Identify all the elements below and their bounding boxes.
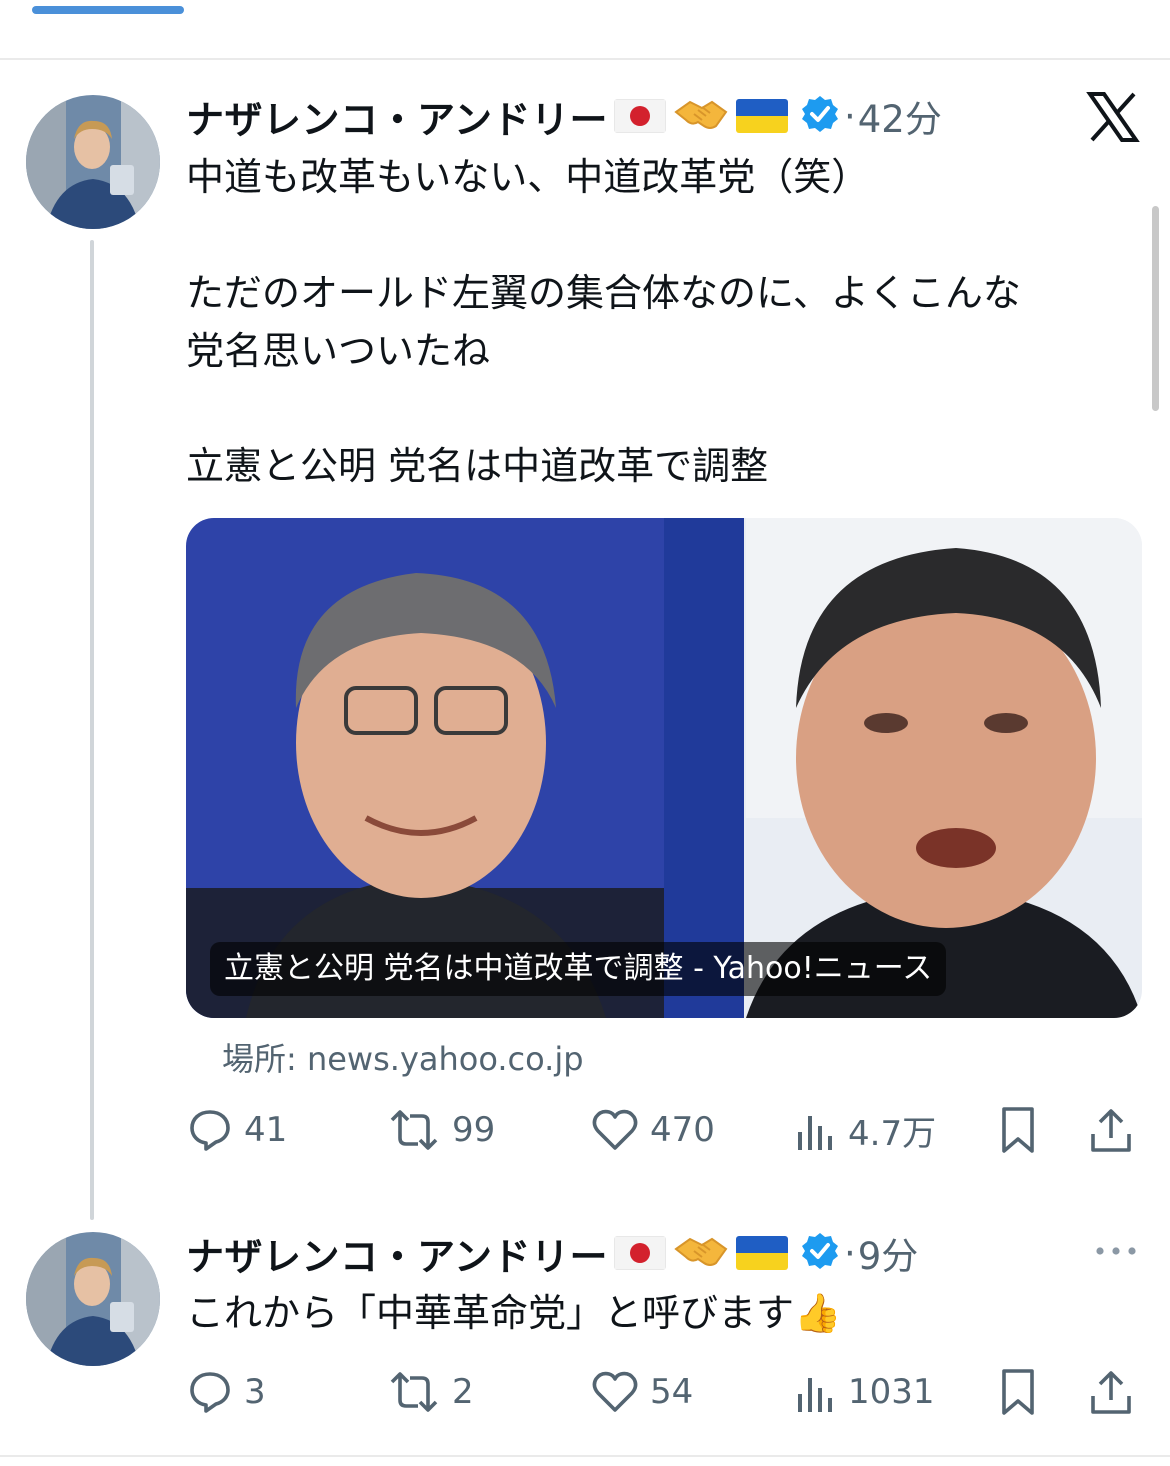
like-button[interactable]: 54: [590, 1362, 693, 1422]
views-count: 1031: [848, 1372, 935, 1412]
post-text-line: これから「中華革命党」と呼びます👍: [186, 1291, 842, 1335]
post-time[interactable]: 42分: [858, 89, 942, 143]
bookmark-icon: [1002, 1369, 1034, 1415]
views-button[interactable]: 1031: [794, 1362, 935, 1422]
author-name[interactable]: ナザレンコ・アンドリー: [186, 1226, 608, 1281]
views-icon: [798, 1116, 832, 1150]
views-count: 4.7万: [848, 1113, 937, 1154]
share-button[interactable]: [1088, 1100, 1134, 1160]
ukraine-flag-icon: [735, 1236, 788, 1270]
post-text-line: 党名思いついたね: [186, 329, 491, 373]
like-count: 470: [650, 1110, 715, 1150]
like-button[interactable]: 470: [590, 1100, 715, 1160]
post-text-line: 立憲と公明 党名は中道改革で調整: [186, 444, 769, 488]
post-header: ナザレンコ・アンドリー · 42分: [186, 89, 942, 144]
like-count: 54: [650, 1372, 694, 1412]
japan-flag-icon: [613, 1236, 666, 1270]
avatar[interactable]: [26, 1232, 160, 1366]
reply-icon: [190, 1372, 230, 1413]
repost-button[interactable]: 2: [386, 1362, 474, 1422]
tab-indicator: [32, 6, 184, 14]
repost-icon: [390, 1372, 438, 1412]
top-divider: [0, 58, 1170, 60]
bookmark-button[interactable]: [998, 1362, 1038, 1422]
repost-count: 99: [452, 1110, 496, 1150]
ukraine-flag-icon: [735, 99, 788, 133]
link-source[interactable]: 場所: news.yahoo.co.jp: [222, 1034, 584, 1080]
post-text-line: ただのオールド左翼の集合体なのに、よくこんな: [186, 271, 1021, 315]
thread-line: [90, 240, 94, 1220]
japan-flag-icon: [613, 99, 666, 133]
handshake-icon: [672, 94, 730, 138]
views-button[interactable]: 4.7万: [794, 1100, 936, 1160]
post-actions: 41 99 470 4.7万: [186, 1100, 1146, 1160]
repost-button[interactable]: 99: [386, 1100, 495, 1160]
repost-icon: [390, 1110, 438, 1150]
more-options-icon[interactable]: [1094, 1236, 1138, 1270]
separator-dot: ·: [843, 1231, 856, 1275]
post-actions: 3 2 54 1031: [186, 1362, 1146, 1422]
verified-badge-icon: [800, 1231, 840, 1275]
share-icon: [1091, 1371, 1131, 1414]
separator-dot: ·: [843, 94, 856, 138]
link-card-caption[interactable]: 立憲と公明 党名は中道改革で調整 - Yahoo!ニュース: [210, 942, 947, 996]
x-logo-icon[interactable]: [1086, 90, 1140, 144]
heart-icon: [592, 1109, 638, 1150]
post-text-line: 中道も改革もいない、中道改革党（笑）: [186, 155, 870, 199]
scrollbar[interactable]: [1152, 206, 1159, 411]
handshake-icon: [672, 1231, 730, 1275]
post-header: ナザレンコ・アンドリー · 9分: [186, 1226, 919, 1281]
post-time[interactable]: 9分: [858, 1226, 919, 1280]
avatar[interactable]: [26, 95, 160, 229]
reply-button[interactable]: 3: [186, 1362, 266, 1422]
share-button[interactable]: [1088, 1362, 1134, 1422]
reply-icon: [190, 1110, 230, 1151]
verified-badge-icon: [800, 94, 840, 138]
views-icon: [798, 1378, 832, 1412]
bookmark-icon: [1002, 1107, 1034, 1153]
repost-count: 2: [452, 1372, 474, 1412]
reply-count: 41: [244, 1110, 288, 1150]
bookmark-button[interactable]: [998, 1100, 1038, 1160]
reply-button[interactable]: 41: [186, 1100, 287, 1160]
author-name[interactable]: ナザレンコ・アンドリー: [186, 89, 608, 144]
reply-count: 3: [244, 1372, 266, 1412]
share-icon: [1091, 1109, 1131, 1152]
heart-icon: [592, 1371, 638, 1412]
bottom-divider: [0, 1455, 1170, 1457]
